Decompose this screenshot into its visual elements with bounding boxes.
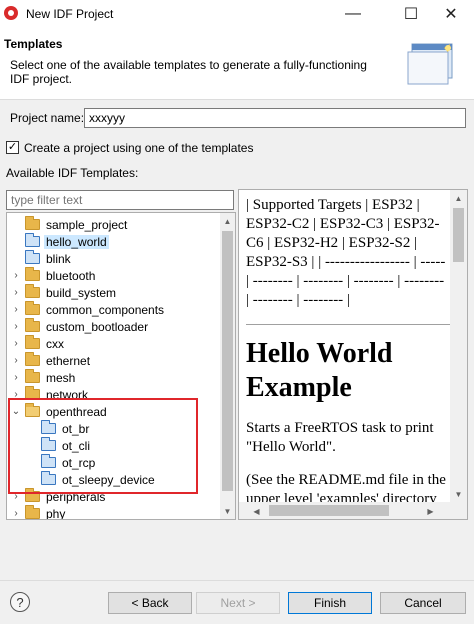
chevron-right-icon[interactable]: ›: [11, 304, 21, 315]
readme-scroll-thumb[interactable]: [453, 208, 464, 262]
scroll-left-arrow-icon[interactable]: ◀: [249, 503, 264, 519]
tree-item-hello-world[interactable]: hello_world: [7, 233, 221, 250]
chevron-right-icon[interactable]: ›: [11, 372, 21, 383]
scroll-up-arrow-icon[interactable]: ▲: [220, 213, 235, 229]
minimize-button[interactable]: —: [330, 0, 376, 28]
readme-preview[interactable]: | Supported Targets | ESP32 | ESP32-C2 |…: [238, 189, 468, 520]
tree-item-label: build_system: [46, 285, 117, 300]
close-button[interactable]: ✕: [428, 0, 474, 28]
folder-icon: [25, 318, 40, 332]
scroll-up-arrow-icon[interactable]: ▲: [451, 190, 466, 206]
readme-horizontal-scrollbar[interactable]: ◀ ▶: [239, 502, 467, 519]
tree-item-label: cxx: [46, 336, 64, 351]
tree-item-label: ethernet: [46, 353, 91, 368]
tree-item-common-components[interactable]: › common_components: [7, 301, 221, 318]
readme-targets-table: | Supported Targets | ESP32 | ESP32-C2 |…: [246, 197, 446, 308]
page-description: Select one of the available templates to…: [10, 58, 367, 86]
project-name-input[interactable]: [84, 108, 466, 128]
openthread-highlight-box: [8, 398, 198, 494]
tree-item-bluetooth[interactable]: › bluetooth: [7, 267, 221, 284]
chevron-right-icon[interactable]: ›: [11, 287, 21, 298]
finish-button[interactable]: Finish: [288, 592, 372, 614]
tree-item-label: blink: [46, 251, 71, 266]
tree-item-sample-project[interactable]: sample_project: [7, 216, 221, 233]
window-title: New IDF Project: [26, 7, 114, 21]
cancel-button[interactable]: Cancel: [380, 592, 466, 614]
readme-hscroll-thumb[interactable]: [269, 505, 389, 516]
available-templates-label: Available IDF Templates:: [6, 166, 139, 180]
tree-scroll-thumb[interactable]: [222, 231, 233, 491]
wizard-header: Templates Select one of the available te…: [0, 28, 474, 100]
chevron-right-icon[interactable]: ›: [11, 355, 21, 366]
folder-icon: [25, 216, 40, 230]
tree-item-label: mesh: [46, 370, 76, 385]
eclipse-app-icon: [4, 6, 18, 20]
scroll-down-arrow-icon[interactable]: ▼: [220, 503, 235, 519]
folder-icon: [25, 301, 40, 315]
use-template-checkbox[interactable]: ✓: [6, 141, 19, 154]
use-template-label: Create a project using one of the templa…: [24, 141, 254, 155]
project-folder-icon: [25, 233, 40, 247]
tree-item-label: common_components: [46, 302, 165, 317]
tree-item-custom-bootloader[interactable]: › custom_bootloader: [7, 318, 221, 335]
folder-icon: [25, 267, 40, 281]
tree-item-label: phy: [46, 506, 66, 520]
chevron-right-icon[interactable]: ›: [11, 338, 21, 349]
tree-item-blink[interactable]: blink: [7, 250, 221, 267]
folder-icon: [25, 352, 40, 366]
folder-icon: [25, 284, 40, 298]
readme-paragraph-1: Starts a FreeRTOS task to print "Hello W…: [246, 420, 434, 455]
chevron-right-icon[interactable]: ›: [11, 321, 21, 332]
tree-item-label: custom_bootloader: [46, 319, 149, 334]
chevron-right-icon[interactable]: ›: [11, 270, 21, 281]
scroll-down-arrow-icon[interactable]: ▼: [451, 486, 466, 502]
tree-item-mesh[interactable]: › mesh: [7, 369, 221, 386]
scroll-right-arrow-icon[interactable]: ▶: [423, 503, 438, 519]
back-button[interactable]: < Back: [108, 592, 192, 614]
readme-divider: [246, 324, 454, 325]
new-project-wizard-icon: [407, 43, 453, 85]
folder-icon: [25, 369, 40, 383]
tree-item-phy[interactable]: › phy: [7, 505, 221, 520]
project-folder-icon: [25, 250, 40, 264]
tree-item-label: sample_project: [46, 217, 128, 232]
title-bar: New IDF Project — ☐ ✕: [0, 0, 474, 28]
folder-icon: [25, 505, 40, 519]
readme-heading: Hello World Example: [246, 338, 393, 403]
tree-item-label: hello_world: [44, 234, 109, 249]
tree-vertical-scrollbar[interactable]: ▲ ▼: [220, 213, 235, 519]
tree-item-ethernet[interactable]: › ethernet: [7, 352, 221, 369]
next-button[interactable]: Next >: [196, 592, 280, 614]
tree-item-build-system[interactable]: › build_system: [7, 284, 221, 301]
chevron-right-icon[interactable]: ›: [11, 508, 21, 519]
tree-item-cxx[interactable]: › cxx: [7, 335, 221, 352]
tree-item-label: bluetooth: [46, 268, 96, 283]
project-name-label: Project name:: [10, 111, 85, 125]
folder-icon: [25, 335, 40, 349]
template-filter-input[interactable]: [6, 190, 234, 210]
readme-vertical-scrollbar[interactable]: ▲ ▼: [450, 190, 467, 502]
help-icon[interactable]: ?: [10, 592, 30, 612]
page-title: Templates: [4, 37, 63, 51]
